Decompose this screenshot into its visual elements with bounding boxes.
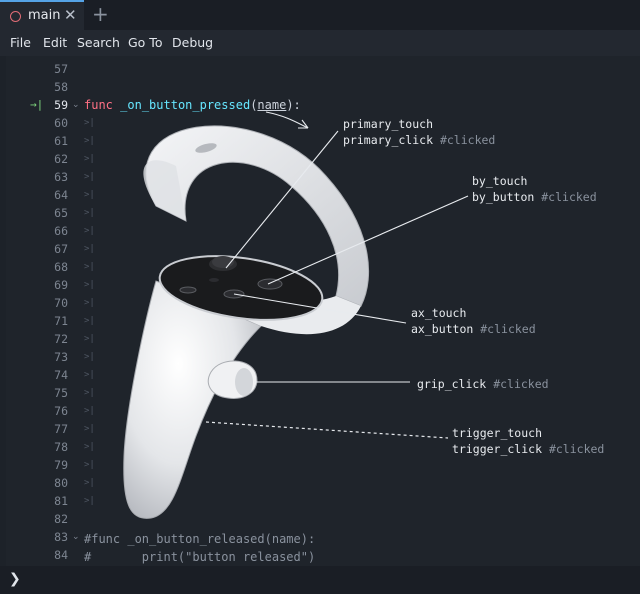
callout-trigger-touch: trigger_touch xyxy=(452,426,543,440)
callout-grip: grip_click #clicked xyxy=(417,376,549,392)
add-tab-icon[interactable]: + xyxy=(92,2,109,26)
callout-tag: #clicked xyxy=(439,133,496,147)
code-editor[interactable]: 57 58 →| 59 60 61 62 63 64 65 66 67 68 6… xyxy=(6,56,640,566)
callout-trigger-click: trigger_click xyxy=(452,442,543,456)
callout-primary: primary_touch primary_click #clicked xyxy=(343,116,495,148)
chevron-right-icon[interactable]: ❯ xyxy=(9,571,21,587)
callout-ax-button: ax_button xyxy=(411,322,474,336)
callout-primary-touch: primary_touch xyxy=(343,117,434,131)
callout-ax-touch: ax_touch xyxy=(411,306,467,320)
menu-debug[interactable]: Debug xyxy=(172,35,213,50)
callout-by-button: by_button xyxy=(472,190,535,204)
callout-ax: ax_touch ax_button #clicked xyxy=(411,305,536,337)
tab-main[interactable]: main ✕ xyxy=(0,0,84,30)
menu-goto[interactable]: Go To xyxy=(128,35,162,50)
callout-tag: #clicked xyxy=(541,190,597,204)
menu-search[interactable]: Search xyxy=(77,35,120,50)
callout-tag: #clicked xyxy=(493,377,549,391)
callout-trigger: trigger_touch trigger_click #clicked xyxy=(452,425,604,457)
tab-label: main xyxy=(28,8,61,23)
callout-by-touch: by_touch xyxy=(472,174,528,188)
output-bar: ❯ xyxy=(0,566,640,594)
param-arrow-icon xyxy=(265,111,309,129)
callout-tag: #clicked xyxy=(480,322,536,336)
callout-primary-click: primary_click xyxy=(343,133,434,147)
controller-illustration xyxy=(123,111,469,519)
menu-bar: File Edit Search Go To Debug xyxy=(0,30,640,56)
menu-file[interactable]: File xyxy=(10,35,31,50)
callout-by: by_touch by_button #clicked xyxy=(472,173,597,205)
close-icon[interactable]: ✕ xyxy=(64,6,77,24)
scene-icon xyxy=(10,11,21,22)
leader-line-trigger xyxy=(205,421,449,439)
tab-bar: main ✕ + xyxy=(0,0,640,30)
menu-edit[interactable]: Edit xyxy=(43,35,67,50)
callout-grip-click: grip_click xyxy=(417,377,487,391)
callout-tag: #clicked xyxy=(548,442,605,456)
